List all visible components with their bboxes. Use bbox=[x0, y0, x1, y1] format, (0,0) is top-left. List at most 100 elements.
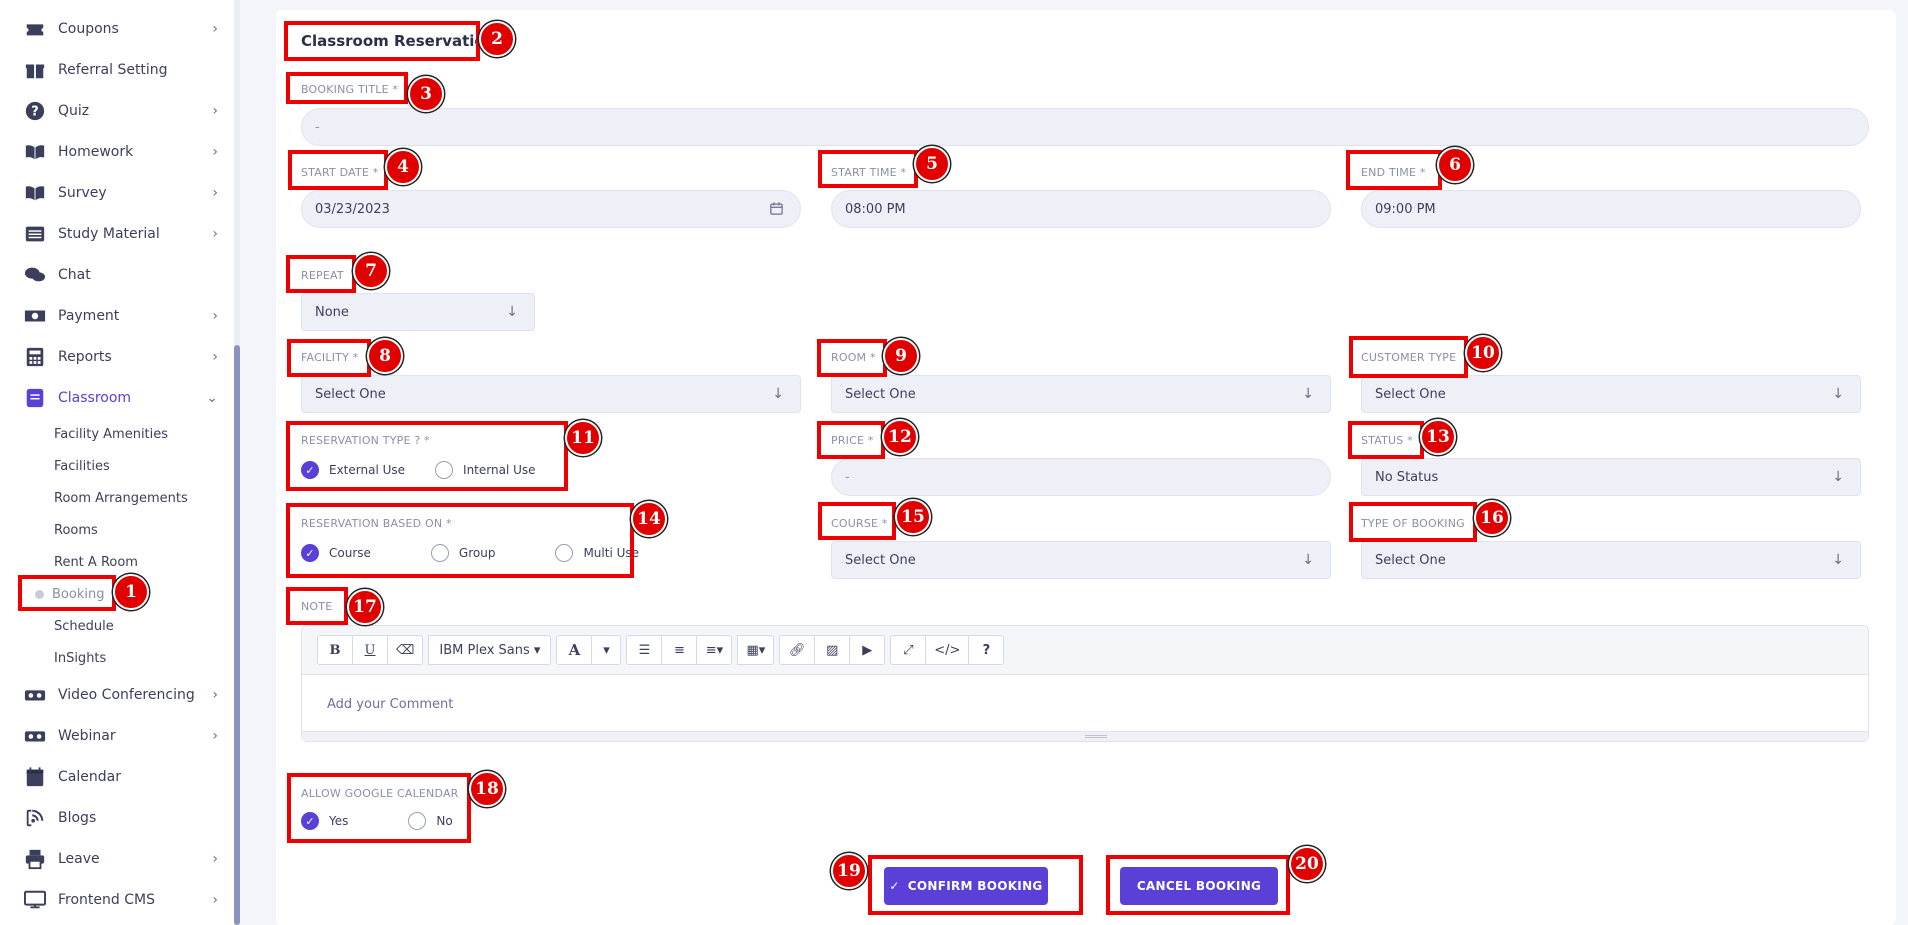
bold-button[interactable]: B bbox=[317, 635, 353, 665]
sidebar-item-coupons[interactable]: Coupons › bbox=[0, 8, 240, 49]
start-date-input[interactable]: 03/23/2023 bbox=[301, 190, 801, 228]
sidebar-item-classroom[interactable]: Classroom ⌄ bbox=[0, 377, 240, 418]
editor-resize-handle[interactable] bbox=[302, 731, 1868, 741]
code-view-icon[interactable]: </> bbox=[925, 635, 970, 665]
font-family-dropdown[interactable]: IBM Plex Sans ▾ bbox=[428, 635, 552, 665]
repeat-select[interactable]: None ↓ bbox=[301, 293, 535, 331]
repeat-label: REPEAT bbox=[301, 269, 344, 282]
based-on-group[interactable]: Group bbox=[430, 544, 495, 562]
fullscreen-icon[interactable]: ⤢ bbox=[890, 635, 927, 665]
arrow-down-icon: ↓ bbox=[1832, 386, 1844, 402]
sidebar-item-payment[interactable]: Payment › bbox=[0, 295, 240, 336]
annotation-badge: 4 bbox=[385, 149, 421, 185]
annotation-badge: 18 bbox=[469, 771, 505, 807]
sidebar-item-homework[interactable]: Homework › bbox=[0, 131, 240, 172]
calendar-icon bbox=[24, 766, 46, 788]
annotation-badge: 11 bbox=[565, 420, 601, 456]
print-icon bbox=[24, 848, 46, 870]
sidebar-item-webinar[interactable]: Webinar › bbox=[0, 715, 240, 756]
submenu-item-insights[interactable]: InSights bbox=[54, 642, 240, 674]
confirm-booking-button[interactable]: ✓ CONFIRM BOOKING bbox=[884, 867, 1048, 905]
google-calendar-no[interactable]: No bbox=[408, 812, 453, 830]
link-icon[interactable]: 🔗︎ bbox=[779, 635, 816, 665]
sidebar-item-reports[interactable]: Reports › bbox=[0, 336, 240, 377]
submenu-item-rent-a-room[interactable]: Rent A Room bbox=[54, 546, 240, 578]
room-select[interactable]: Select One ↓ bbox=[831, 375, 1331, 413]
status-select[interactable]: No Status ↓ bbox=[1361, 458, 1861, 496]
video-icon[interactable]: ▶ bbox=[849, 635, 886, 665]
submenu-item-facility-amenities[interactable]: Facility Amenities bbox=[54, 418, 240, 450]
based-on-course[interactable]: ✓ Course bbox=[301, 544, 371, 562]
customer-type-select[interactable]: Select One ↓ bbox=[1361, 375, 1861, 413]
chevron-right-icon: › bbox=[212, 348, 218, 365]
submenu-item-room-arrangements[interactable]: Room Arrangements bbox=[54, 482, 240, 514]
arrow-down-icon: ↓ bbox=[772, 386, 784, 402]
annotation-badge: 20 bbox=[1289, 846, 1325, 882]
sidebar-item-survey[interactable]: Survey › bbox=[0, 172, 240, 213]
align-icon[interactable]: ≡▾ bbox=[696, 635, 733, 665]
sidebar-item-leave[interactable]: Leave › bbox=[0, 838, 240, 879]
sidebar-item-referral-setting[interactable]: Referral Setting bbox=[0, 49, 240, 90]
arrow-down-icon: ↓ bbox=[1302, 552, 1314, 568]
note-editor: B U ⌫ IBM Plex Sans ▾ A ▾ ☰ ≡ ≡▾ ▦▾ 🔗︎ ▨ bbox=[301, 625, 1869, 742]
calendar-picker-icon[interactable] bbox=[769, 201, 784, 220]
font-size-icon[interactable]: A bbox=[556, 635, 593, 665]
sidebar-item-frontend-cms[interactable]: Frontend CMS › bbox=[0, 879, 240, 920]
booking-title-label: BOOKING TITLE * bbox=[301, 83, 399, 96]
editor-toolbar: B U ⌫ IBM Plex Sans ▾ A ▾ ☰ ≡ ≡▾ ▦▾ 🔗︎ ▨ bbox=[302, 626, 1868, 675]
sidebar-scrollbar[interactable] bbox=[234, 0, 240, 925]
chevron-right-icon: › bbox=[212, 686, 218, 703]
sidebar-item-blogs[interactable]: Blogs bbox=[0, 797, 240, 838]
sidebar-item-quiz[interactable]: ? Quiz › bbox=[0, 90, 240, 131]
eraser-icon[interactable]: ⌫ bbox=[387, 635, 424, 665]
annotation-badge: 15 bbox=[895, 499, 931, 535]
course-select[interactable]: Select One ↓ bbox=[831, 541, 1331, 579]
blog-icon bbox=[24, 807, 46, 829]
submenu-item-facilities[interactable]: Facilities bbox=[54, 450, 240, 482]
list-icon bbox=[24, 223, 46, 245]
start-time-label: START TIME * bbox=[831, 166, 907, 179]
course-value: Select One bbox=[845, 552, 916, 568]
image-icon[interactable]: ▨ bbox=[814, 635, 851, 665]
reservation-type-label: RESERVATION TYPE ? * bbox=[301, 434, 430, 447]
vr-icon bbox=[24, 684, 46, 706]
sidebar-item-calendar[interactable]: Calendar bbox=[0, 756, 240, 797]
sidebar-item-study-material[interactable]: Study Material › bbox=[0, 213, 240, 254]
annotation-badge: 10 bbox=[1465, 335, 1501, 371]
cancel-booking-button[interactable]: CANCEL BOOKING bbox=[1120, 867, 1278, 905]
annotation-badge: 2 bbox=[479, 21, 515, 57]
note-textarea[interactable]: Add your Comment bbox=[302, 675, 1868, 734]
sidebar-item-video-conferencing[interactable]: Video Conferencing › bbox=[0, 674, 240, 715]
book-open-icon bbox=[24, 182, 46, 204]
sidebar-scrollbar-thumb[interactable] bbox=[234, 345, 240, 925]
arrow-down-icon: ↓ bbox=[506, 304, 518, 320]
classroom-icon bbox=[24, 387, 46, 409]
room-label: ROOM * bbox=[831, 351, 876, 364]
bullet-list-icon[interactable]: ☰ bbox=[626, 635, 663, 665]
submenu-item-schedule[interactable]: Schedule bbox=[54, 610, 240, 642]
numbered-list-icon[interactable]: ≡ bbox=[661, 635, 698, 665]
radio-empty-icon bbox=[408, 812, 427, 830]
based-on-multi-use[interactable]: Multi Use bbox=[555, 544, 639, 562]
chevron-down-icon[interactable]: ▾ bbox=[591, 635, 622, 665]
radio-empty-icon bbox=[430, 544, 449, 562]
start-time-input[interactable]: 08:00 PM bbox=[831, 190, 1331, 228]
submenu-item-rooms[interactable]: Rooms bbox=[54, 514, 240, 546]
book-icon bbox=[24, 141, 46, 163]
radio-empty-icon bbox=[435, 461, 454, 479]
reservation-type-internal[interactable]: Internal Use bbox=[435, 461, 536, 479]
reservation-type-external[interactable]: ✓ External Use bbox=[301, 461, 405, 479]
help-icon[interactable]: ? bbox=[968, 635, 1005, 665]
end-time-input[interactable]: 09:00 PM bbox=[1361, 190, 1861, 228]
google-calendar-yes[interactable]: ✓ Yes bbox=[301, 812, 348, 830]
underline-button[interactable]: U bbox=[352, 635, 388, 665]
check-icon: ✓ bbox=[301, 461, 319, 479]
booking-title-input[interactable]: - bbox=[301, 108, 1869, 146]
table-icon[interactable]: ▦▾ bbox=[737, 635, 775, 665]
price-input[interactable]: - bbox=[831, 458, 1331, 496]
annotation-badge: 16 bbox=[1474, 500, 1510, 536]
facility-select[interactable]: Select One ↓ bbox=[301, 375, 801, 413]
type-of-booking-select[interactable]: Select One ↓ bbox=[1361, 541, 1861, 579]
calculator-icon bbox=[24, 346, 46, 368]
sidebar-item-chat[interactable]: Chat bbox=[0, 254, 240, 295]
